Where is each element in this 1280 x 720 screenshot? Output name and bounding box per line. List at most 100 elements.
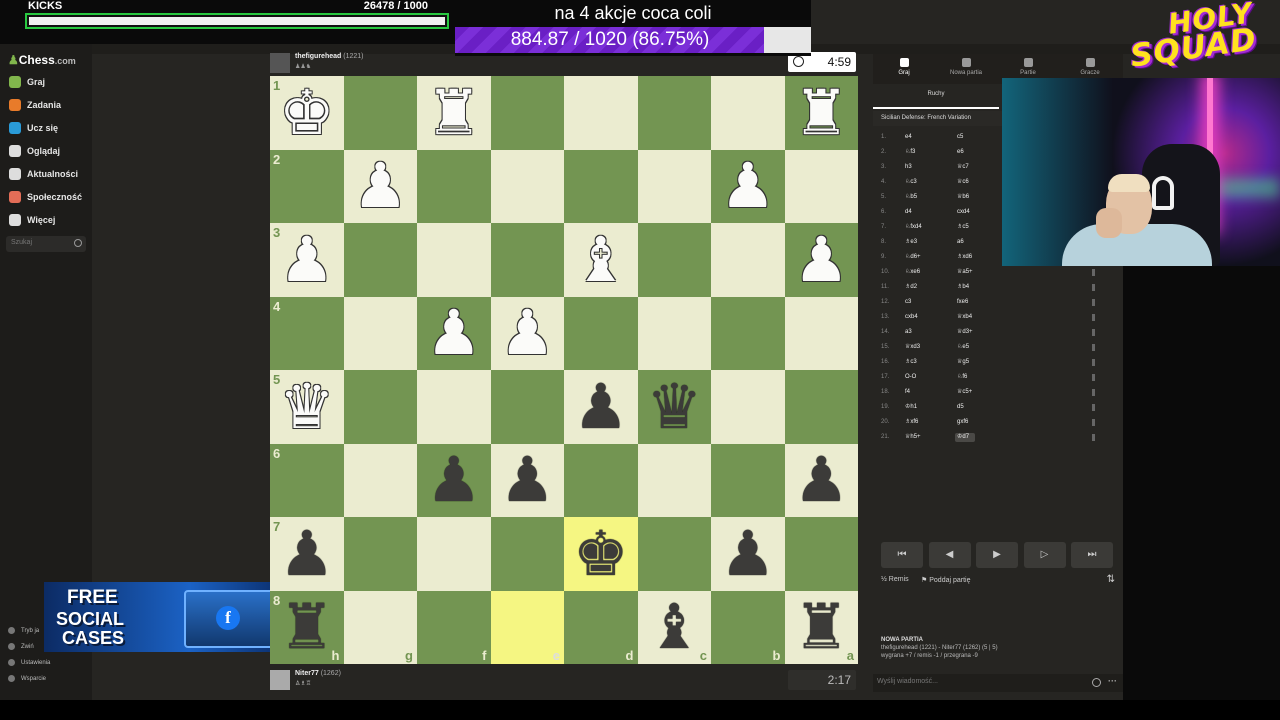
move-black[interactable]: ♔d7 xyxy=(957,430,969,445)
square-h1[interactable]: 1 ♚ xyxy=(270,76,344,150)
square-e1[interactable] xyxy=(490,76,564,150)
sidebar-item-4[interactable]: Aktualności xyxy=(9,165,78,183)
square-d1[interactable] xyxy=(564,76,638,150)
black-pawn-icon[interactable]: ♟ xyxy=(279,522,335,585)
square-b2[interactable]: ♟ xyxy=(711,149,785,223)
square-b6[interactable] xyxy=(711,443,785,517)
square-g1[interactable] xyxy=(343,76,417,150)
move-white[interactable]: ♕xd3 xyxy=(905,340,920,355)
square-d3[interactable]: ♝ xyxy=(564,223,638,297)
move-black[interactable]: ♕b6 xyxy=(957,190,969,205)
square-e4[interactable]: ♟ xyxy=(490,296,564,370)
square-h4[interactable]: 4 xyxy=(270,296,344,370)
square-b3[interactable] xyxy=(711,223,785,297)
square-h7[interactable]: 7 ♟ xyxy=(270,517,344,591)
top-player-name[interactable]: thefigurehead (1221) xyxy=(295,53,363,60)
move-white[interactable]: ♗c3 xyxy=(905,355,917,370)
last-move-button[interactable]: ⏭ xyxy=(1071,542,1113,568)
square-b8[interactable]: b xyxy=(711,590,785,664)
square-d5[interactable]: ♟ xyxy=(564,370,638,444)
white-pawn-icon[interactable]: ♟ xyxy=(499,302,555,364)
square-b7[interactable]: ♟ xyxy=(711,517,785,591)
sidebar-item-0[interactable]: Graj xyxy=(9,73,45,91)
move-black[interactable]: d5 xyxy=(957,400,964,415)
bottom-player-name[interactable]: Niter77 (1262) xyxy=(295,670,341,677)
move-white[interactable]: c3 xyxy=(905,295,911,310)
white-pawn-icon[interactable]: ♟ xyxy=(279,228,335,291)
draw-button[interactable]: ½ Remis xyxy=(881,576,909,583)
move-white[interactable]: ♘fxd4 xyxy=(905,220,922,235)
square-g2[interactable]: ♟ xyxy=(343,149,417,223)
move-white[interactable]: O-O xyxy=(905,370,916,385)
black-pawn-icon[interactable]: ♟ xyxy=(426,449,482,511)
emoji-icon[interactable] xyxy=(1092,678,1101,687)
square-d8[interactable]: d xyxy=(564,590,638,664)
square-f5[interactable] xyxy=(417,370,491,444)
move-white[interactable]: cxb4 xyxy=(905,310,918,325)
search-input[interactable]: Szukaj xyxy=(6,236,86,252)
square-c7[interactable] xyxy=(637,517,711,591)
white-pawn-icon[interactable]: ♟ xyxy=(352,155,408,217)
move-black[interactable]: ♗xd6 xyxy=(957,250,972,265)
square-e7[interactable] xyxy=(490,517,564,591)
square-e3[interactable] xyxy=(490,223,564,297)
black-queen-icon[interactable]: ♛ xyxy=(646,375,702,438)
square-a1[interactable]: ♜ xyxy=(784,76,858,150)
white-rook-icon[interactable]: ♜ xyxy=(426,81,482,144)
white-queen-icon[interactable]: ♛ xyxy=(279,375,335,438)
sidebar-item-3[interactable]: Oglądaj xyxy=(9,142,60,160)
move-black[interactable]: e6 xyxy=(957,145,964,160)
sidebar-item-2[interactable]: Ucz się xyxy=(9,119,58,137)
square-b5[interactable] xyxy=(711,370,785,444)
square-h2[interactable]: 2 xyxy=(270,149,344,223)
move-white[interactable]: ♘b5 xyxy=(905,190,917,205)
move-black[interactable]: ♕c7 xyxy=(957,160,969,175)
white-pawn-icon[interactable]: ♟ xyxy=(426,302,482,364)
square-h5[interactable]: 5 ♛ xyxy=(270,370,344,444)
square-g7[interactable] xyxy=(343,517,417,591)
chess-board[interactable]: 1 ♚ ♜ ♜ 2 ♟ ♟ 3 ♟ ♝ ♟ 4 ♟ ♟ 5 ♛ ♟ ♛ 6 ♟ ♟ ♟ 7 ♟ ♚ ♟ 8 h ♜ g f e d c ♝ b a ♜ xyxy=(270,76,858,664)
move-white[interactable]: ♘xe6 xyxy=(905,265,920,280)
move-black[interactable]: ♕c6 xyxy=(957,175,969,190)
move-black[interactable]: ♕g5 xyxy=(957,355,969,370)
square-f6[interactable]: ♟ xyxy=(417,443,491,517)
move-white[interactable]: ♗xf6 xyxy=(905,415,918,430)
move-white[interactable]: f4 xyxy=(905,385,910,400)
square-e2[interactable] xyxy=(490,149,564,223)
square-d2[interactable] xyxy=(564,149,638,223)
square-h6[interactable]: 6 xyxy=(270,443,344,517)
move-white[interactable]: ♗e3 xyxy=(905,235,917,250)
square-f4[interactable]: ♟ xyxy=(417,296,491,370)
square-f2[interactable] xyxy=(417,149,491,223)
square-h3[interactable]: 3 ♟ xyxy=(270,223,344,297)
square-g4[interactable] xyxy=(343,296,417,370)
square-c4[interactable] xyxy=(637,296,711,370)
tab-moves[interactable]: Ruchy xyxy=(873,84,999,109)
play-move-button[interactable]: ▶ xyxy=(976,542,1018,568)
move-white[interactable]: ♗d2 xyxy=(905,280,917,295)
prev-move-button[interactable]: ◀ xyxy=(928,542,971,568)
square-h8[interactable]: 8 h ♜ xyxy=(270,590,344,664)
square-a8[interactable]: a ♜ xyxy=(784,590,858,664)
move-black[interactable]: c5 xyxy=(957,130,963,145)
move-black[interactable]: a6 xyxy=(957,235,964,250)
square-d4[interactable] xyxy=(564,296,638,370)
square-a3[interactable]: ♟ xyxy=(784,223,858,297)
move-white[interactable]: ♘f3 xyxy=(905,145,915,160)
sidebar-item-6[interactable]: Więcej xyxy=(9,211,55,229)
square-f7[interactable] xyxy=(417,517,491,591)
white-king-icon[interactable]: ♚ xyxy=(279,81,335,144)
black-rook-icon[interactable]: ♜ xyxy=(279,596,335,658)
black-pawn-icon[interactable]: ♟ xyxy=(793,449,849,511)
square-c1[interactable] xyxy=(637,76,711,150)
move-white[interactable]: ♘c3 xyxy=(905,175,917,190)
chess-logo[interactable]: ♟Chess.com xyxy=(8,53,76,67)
square-a7[interactable] xyxy=(784,517,858,591)
sidebar-footer-item[interactable]: Ustawienia xyxy=(8,659,50,666)
square-a4[interactable] xyxy=(784,296,858,370)
move-white[interactable]: ♕h5+ xyxy=(905,430,921,445)
square-c5[interactable]: ♛ xyxy=(637,370,711,444)
move-black[interactable]: ♕xb4 xyxy=(957,310,972,325)
black-king-icon[interactable]: ♚ xyxy=(573,522,629,585)
next-move-button[interactable]: ▷ xyxy=(1023,542,1066,568)
